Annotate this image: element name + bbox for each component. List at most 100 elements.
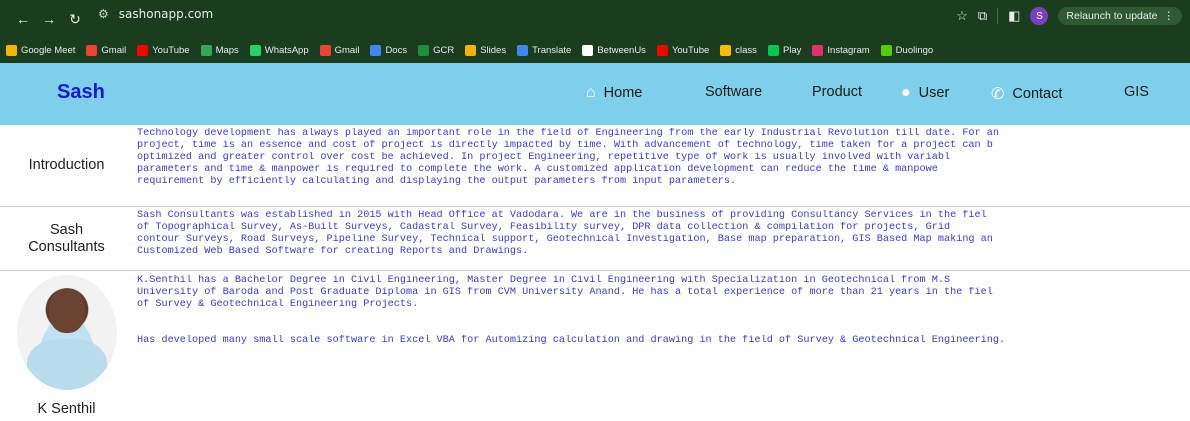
introduction-line: Technology development has always played… [137, 128, 1000, 139]
bookmark-item[interactable]: YouTube [137, 45, 190, 56]
bookmarks-bar: Google Meet Gmail YouTube Maps WhatsApp Gmail… [0, 38, 1190, 63]
site-settings-icon[interactable]: ⚙ [98, 7, 109, 21]
nav-gis[interactable]: GIS [1124, 84, 1149, 100]
sash-consultants-label: Sash Consultants [0, 207, 133, 270]
forward-icon[interactable]: → [38, 11, 60, 27]
relaunch-button[interactable]: Relaunch to update ⋮ [1058, 7, 1182, 25]
introduction-text: Technology development has always played… [133, 125, 1190, 206]
bookmark-item[interactable]: Duolingo [880, 45, 934, 56]
bookmark-label: Docs [385, 45, 408, 56]
bookmark-item[interactable]: Play [767, 45, 802, 56]
bookmark-label: Play [782, 45, 802, 56]
toolbar-right: ☆ ⧉ ◧ S Relaunch to update ⋮ [956, 7, 1182, 25]
nav-contact-label: Contact [1012, 86, 1063, 102]
profile-avatar[interactable]: S [1030, 7, 1049, 25]
bookmark-item[interactable]: Maps [200, 45, 239, 56]
bookmark-favicon-icon [319, 45, 331, 56]
bookmark-item[interactable]: Docs [370, 45, 407, 56]
bookmark-item[interactable]: Translate [517, 45, 571, 56]
sash-line: of Topographical Survey, As-Built Survey… [137, 221, 951, 233]
bookmark-favicon-icon [370, 45, 382, 56]
nav-product-label: Product [812, 84, 862, 100]
bookmark-favicon-icon [880, 45, 892, 56]
introduction-line: project, time is an essence and cost of … [137, 139, 993, 151]
sash-label-line1: Sash [49, 221, 84, 238]
bookmark-item[interactable]: Google Meet [6, 45, 75, 56]
reload-icon[interactable]: ↻ [64, 11, 86, 28]
brand-logo[interactable]: Sash [57, 81, 105, 104]
url-text[interactable]: sashonapp.com [119, 7, 213, 21]
photo-shirt [27, 339, 107, 390]
sash-label-line2: Consultants [28, 238, 105, 255]
bookmark-label: Duolingo [895, 45, 934, 56]
introduction-label: Introduction [28, 157, 105, 174]
profile-name: K Senthil [37, 401, 96, 417]
bookmark-favicon-icon [86, 45, 98, 56]
bookmark-favicon-icon [137, 45, 149, 56]
bookmark-label: Maps [215, 45, 239, 56]
bookmark-item[interactable]: Slides [465, 45, 506, 56]
bookmark-label: Instagram [827, 45, 870, 56]
nav-software[interactable]: Software [705, 84, 762, 100]
photo-face [49, 289, 85, 333]
bookmark-item[interactable]: YouTube [656, 45, 710, 56]
bookmark-item[interactable]: BetweenUs [582, 45, 646, 56]
bookmark-favicon-icon [812, 45, 824, 56]
bookmark-label: Google Meet [21, 45, 76, 56]
bookmark-favicon-icon [249, 45, 261, 56]
bookmark-label: BetweenUs [597, 45, 646, 56]
bookmark-label: class [735, 45, 757, 56]
bookmark-favicon-icon [418, 45, 430, 56]
profile-column: K Senthil [0, 271, 133, 420]
senthil-line: of Survey & Geotechnical Engineering Pro… [137, 298, 419, 310]
bookmark-label: Gmail [334, 45, 360, 56]
bookmark-favicon-icon [517, 45, 529, 56]
bookmark-favicon-icon [582, 45, 594, 56]
address-bar[interactable]: ⚙ sashonapp.com [98, 7, 213, 21]
bookmark-favicon-icon [6, 45, 17, 56]
introduction-line: optimized and greater control over cost … [137, 151, 951, 163]
user-icon: ● [901, 84, 911, 101]
k-senthil-section: K Senthil K.Senthil has a Bachelor Degre… [0, 271, 1190, 420]
bookmark-item[interactable]: WhatsApp [249, 45, 309, 56]
senthil-line: University of Baroda and Post Graduate D… [137, 286, 993, 298]
site-header: Sash ⌂ Home Software Product ● User ✆ Co… [0, 63, 1190, 125]
senthil-extra-line: Has developed many small scale software … [137, 334, 1006, 346]
phone-icon: ✆ [991, 86, 1005, 103]
sash-consultants-section: Sash Consultants Sash Consultants was es… [0, 207, 1190, 271]
bookmark-item[interactable]: Gmail [86, 45, 126, 56]
browser-toolbar: ← → ↻ ⚙ sashonapp.com ☆ ⧉ ◧ S Relaunch t… [0, 0, 1190, 38]
nav-home[interactable]: ⌂ Home [586, 84, 642, 102]
nav-user-label: User [918, 85, 950, 101]
introduction-line: parameters and time & manpower is requir… [137, 163, 938, 175]
bookmark-favicon-icon [656, 45, 668, 56]
bookmark-item[interactable]: class [720, 45, 757, 56]
bookmark-label: Translate [532, 45, 572, 56]
side-panel-icon[interactable]: ◧ [1008, 8, 1020, 24]
sash-consultants-text: Sash Consultants was established in 2015… [133, 207, 1190, 270]
nav-product[interactable]: Product [812, 84, 862, 100]
bookmark-item[interactable]: Gmail [319, 45, 360, 56]
bookmark-item[interactable]: GCR [418, 45, 454, 56]
bookmark-favicon-icon [200, 45, 212, 56]
sash-line: Sash Consultants was established in 2015… [137, 210, 987, 221]
more-menu-icon[interactable]: ⋮ [1164, 10, 1175, 22]
bookmark-favicon-icon [720, 45, 732, 56]
profile-photo [17, 275, 117, 390]
bookmark-item[interactable]: Instagram [812, 45, 870, 56]
bookmark-label: YouTube [671, 45, 710, 56]
nav-contact[interactable]: ✆ Contact [991, 84, 1062, 104]
introduction-section: Introduction Technology development has … [0, 125, 1190, 207]
introduction-line: requirement by efficiently calculating a… [137, 175, 737, 187]
nav-buttons: ← → ↻ [0, 11, 86, 28]
sash-line: Customized Web Based Software for creati… [137, 245, 529, 257]
sash-line: contour Surveys, Road Surveys, Pipeline … [137, 233, 993, 245]
extensions-icon[interactable]: ⧉ [978, 8, 987, 24]
home-icon: ⌂ [586, 84, 596, 101]
bookmark-star-icon[interactable]: ☆ [956, 8, 968, 24]
nav-home-label: Home [603, 85, 643, 101]
back-icon[interactable]: ← [12, 11, 34, 27]
bookmark-label: Gmail [101, 45, 127, 56]
bookmark-label: GCR [433, 45, 455, 56]
nav-user[interactable]: ● User [901, 84, 949, 102]
